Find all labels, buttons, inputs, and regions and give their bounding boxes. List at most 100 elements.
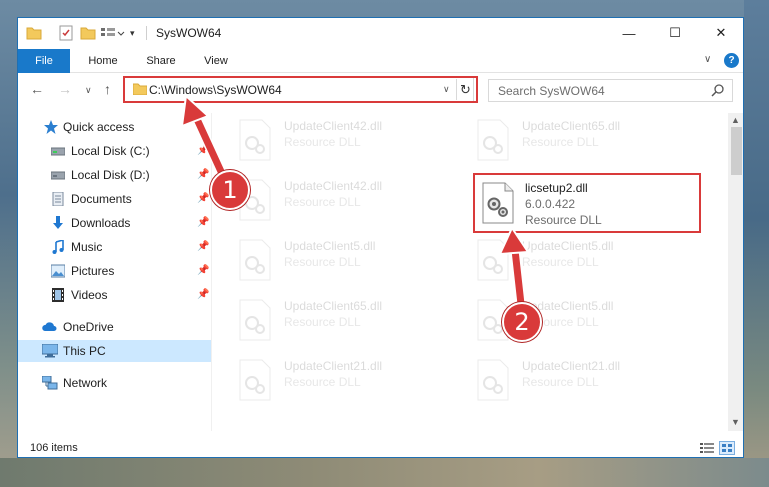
dll-file-icon <box>481 182 515 224</box>
search-placeholder: Search SysWOW64 <box>498 84 605 98</box>
search-input[interactable]: Search SysWOW64 <box>488 79 733 102</box>
search-icon[interactable] <box>711 83 725 100</box>
desktop-background-right <box>744 0 769 487</box>
tab-home[interactable]: Home <box>78 49 128 73</box>
tab-file[interactable]: File <box>18 49 70 73</box>
file-tile[interactable]: UpdateClient5.dll Resource DLL <box>218 237 448 291</box>
close-button[interactable]: ✕ <box>698 18 743 48</box>
dll-file-icon <box>476 119 510 161</box>
dll-file-icon <box>238 119 272 161</box>
sidebar-item-documents[interactable]: Documents 📌 <box>18 188 211 210</box>
drive-icon <box>50 144 66 158</box>
scroll-thumb[interactable] <box>731 127 742 175</box>
title-separator <box>146 26 147 40</box>
pin-icon[interactable]: 📌 <box>197 289 209 300</box>
cloud-icon <box>42 320 57 334</box>
help-icon[interactable]: ? <box>724 53 739 68</box>
file-type: Resource DLL <box>284 255 361 269</box>
address-highlight-box <box>123 76 478 103</box>
videos-icon <box>51 288 65 302</box>
sidebar-item-label: Videos <box>71 288 108 302</box>
sidebar-item-label: Local Disk (C:) <box>71 144 150 158</box>
desktop-background-bottom <box>0 458 769 487</box>
pin-icon[interactable]: 📌 <box>197 241 209 252</box>
status-bar: 106 items <box>18 438 743 457</box>
sidebar-item-pictures[interactable]: Pictures 📌 <box>18 260 211 282</box>
scroll-down-icon[interactable]: ▼ <box>731 417 740 427</box>
file-type: Resource DLL <box>284 195 361 209</box>
sidebar-item-label: Music <box>71 240 103 254</box>
sidebar-item-label: Downloads <box>71 216 131 230</box>
sidebar-item-local-disk-c[interactable]: Local Disk (C:) 📌 <box>18 140 211 162</box>
maximize-button[interactable]: ☐ <box>652 18 698 48</box>
file-tile[interactable]: UpdateClient5.dll Resource DLL <box>456 237 686 291</box>
sidebar-item-videos[interactable]: Videos 📌 <box>18 284 211 306</box>
folder-icon <box>26 25 42 41</box>
up-button[interactable]: ↑ <box>104 81 111 97</box>
file-name: UpdateClient65.dll <box>284 299 383 313</box>
pin-icon[interactable]: 📌 <box>197 193 209 204</box>
minimize-button[interactable]: — <box>606 18 652 48</box>
featured-file-tile[interactable]: licsetup2.dll 6.0.0.422 Resource DLL <box>473 173 701 233</box>
file-name: UpdateClient65.dll <box>522 119 621 133</box>
file-name: UpdateClient21.dll <box>522 359 621 373</box>
customize-view-icon[interactable] <box>100 25 126 41</box>
quick-access-dropdown-icon[interactable]: ▾ <box>130 25 140 41</box>
sidebar-item-onedrive[interactable]: OneDrive <box>18 316 211 338</box>
step-badge-2: 2 <box>502 302 542 342</box>
title-bar: ▾ SysWOW64 — ☐ ✕ <box>18 18 743 49</box>
pin-icon[interactable]: 📌 <box>197 145 209 156</box>
step-badge-1: 1 <box>210 170 250 210</box>
vertical-scrollbar[interactable]: ▲ ▼ <box>728 113 743 431</box>
details-view-icon[interactable] <box>700 442 714 454</box>
pin-icon[interactable]: 📌 <box>197 217 209 228</box>
scroll-up-icon[interactable]: ▲ <box>731 115 740 125</box>
file-tile[interactable]: UpdateClient65.dll Resource DLL <box>456 117 686 171</box>
dll-file-icon <box>238 239 272 281</box>
file-type: Resource DLL <box>522 255 599 269</box>
dll-file-icon <box>238 359 272 401</box>
large-icons-view-icon[interactable] <box>719 441 735 455</box>
downloads-icon <box>51 216 65 230</box>
drive-icon <box>50 168 66 182</box>
sidebar-item-local-disk-d[interactable]: Local Disk (D:) 📌 <box>18 164 211 186</box>
file-version: 6.0.0.422 <box>525 197 576 211</box>
file-type: Resource DLL <box>284 315 361 329</box>
tab-share[interactable]: Share <box>136 49 186 73</box>
file-name: UpdateClient42.dll <box>284 119 383 133</box>
sidebar-item-music[interactable]: Music 📌 <box>18 236 211 258</box>
file-name: UpdateClient42.dll <box>284 179 383 193</box>
file-tile[interactable]: UpdateClient42.dll Resource DLL <box>218 117 448 171</box>
file-name: UpdateClient21.dll <box>284 359 383 373</box>
file-tile[interactable]: UpdateClient42.dll Resource DLL <box>218 177 448 231</box>
pin-icon[interactable]: 📌 <box>197 265 209 276</box>
file-tile[interactable]: UpdateClient5.dll Resource DLL <box>456 297 686 351</box>
file-name: licsetup2.dll <box>525 181 588 195</box>
tab-view[interactable]: View <box>194 49 238 73</box>
ribbon-tabs: File Home Share View ∨ ? <box>18 49 743 73</box>
file-name: UpdateClient5.dll <box>284 239 376 253</box>
pin-icon[interactable]: 📌 <box>197 169 209 180</box>
file-type: Resource DLL <box>284 375 361 389</box>
sidebar-item-quick-access[interactable]: Quick access <box>18 116 211 138</box>
new-folder-icon[interactable] <box>80 25 96 41</box>
network-icon <box>41 375 58 390</box>
pane-divider <box>211 113 212 431</box>
file-tile[interactable]: UpdateClient21.dll Resource DLL <box>218 357 448 411</box>
star-icon <box>44 120 58 134</box>
file-type: Resource DLL <box>522 375 599 389</box>
dll-file-icon <box>476 359 510 401</box>
forward-button[interactable]: → <box>58 81 72 97</box>
file-tile[interactable]: UpdateClient65.dll Resource DLL <box>218 297 448 351</box>
sidebar-item-downloads[interactable]: Downloads 📌 <box>18 212 211 234</box>
back-button[interactable]: ← <box>30 81 44 97</box>
expand-ribbon-icon[interactable]: ∨ <box>704 54 711 65</box>
sidebar-item-label: Quick access <box>63 120 135 134</box>
recent-locations-icon[interactable]: ∨ <box>85 85 92 96</box>
sidebar-item-this-pc[interactable]: This PC <box>18 340 211 362</box>
file-explorer-window: ▾ SysWOW64 — ☐ ✕ File Home Share View ∨ … <box>17 17 744 458</box>
properties-check-icon[interactable] <box>58 25 74 41</box>
file-tile[interactable]: UpdateClient21.dll Resource DLL <box>456 357 686 411</box>
sidebar-item-network[interactable]: Network <box>18 372 211 394</box>
documents-icon <box>51 191 65 207</box>
